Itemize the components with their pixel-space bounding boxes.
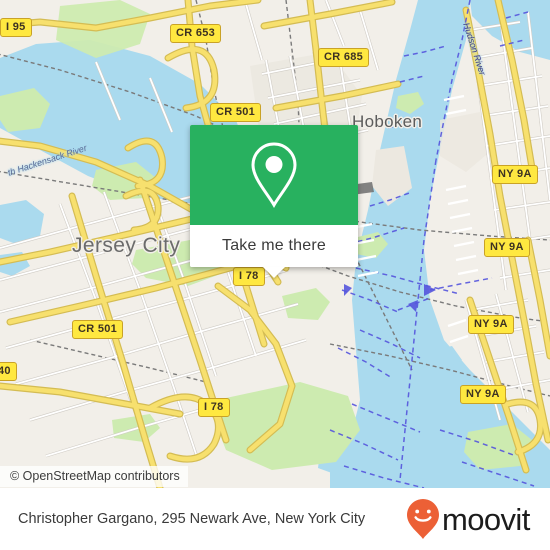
address-label: Christopher Gargano, 295 Newark Ave, New… <box>18 511 366 527</box>
road-shield: CR 501 <box>72 320 124 339</box>
bottom-info-bar: Christopher Gargano, 295 Newark Ave, New… <box>0 488 550 550</box>
road-shield: NY 9A <box>468 315 514 334</box>
map-canvas[interactable]: I 95 CR 653 CR 685 CR 501 NY 9A NY 9A CR… <box>0 0 550 488</box>
road-shield: 40 <box>0 362 17 381</box>
road-shield: I 78 <box>198 398 230 417</box>
road-shield: I 95 <box>0 18 32 37</box>
map-screenshot: I 95 CR 653 CR 685 CR 501 NY 9A NY 9A CR… <box>0 0 550 550</box>
map-pin-icon <box>251 142 297 208</box>
road-shield: I 78 <box>233 267 265 286</box>
moovit-wordmark: moovit <box>442 501 530 537</box>
map-attribution[interactable]: © OpenStreetMap contributors <box>0 466 188 487</box>
popup-cta-label: Take me there <box>222 237 326 254</box>
popup-cta-area[interactable]: Take me there <box>190 225 358 267</box>
road-shield: CR 685 <box>318 48 370 67</box>
road-shield: NY 9A <box>484 238 530 257</box>
popup-pointer-tail <box>263 267 285 278</box>
road-shield: NY 9A <box>492 165 538 184</box>
road-shield: CR 653 <box>170 24 222 43</box>
place-label-hoboken: Hoboken <box>352 112 423 131</box>
road-shield: CR 501 <box>210 103 262 122</box>
road-shield: NY 9A <box>460 385 506 404</box>
popup-marker-area <box>190 125 358 225</box>
moovit-smiley-pin-icon <box>407 499 439 539</box>
place-label-jersey-city: Jersey City <box>72 234 181 257</box>
moovit-logo[interactable]: moovit <box>406 498 530 540</box>
destination-popup-card[interactable]: Take me there <box>190 125 358 278</box>
